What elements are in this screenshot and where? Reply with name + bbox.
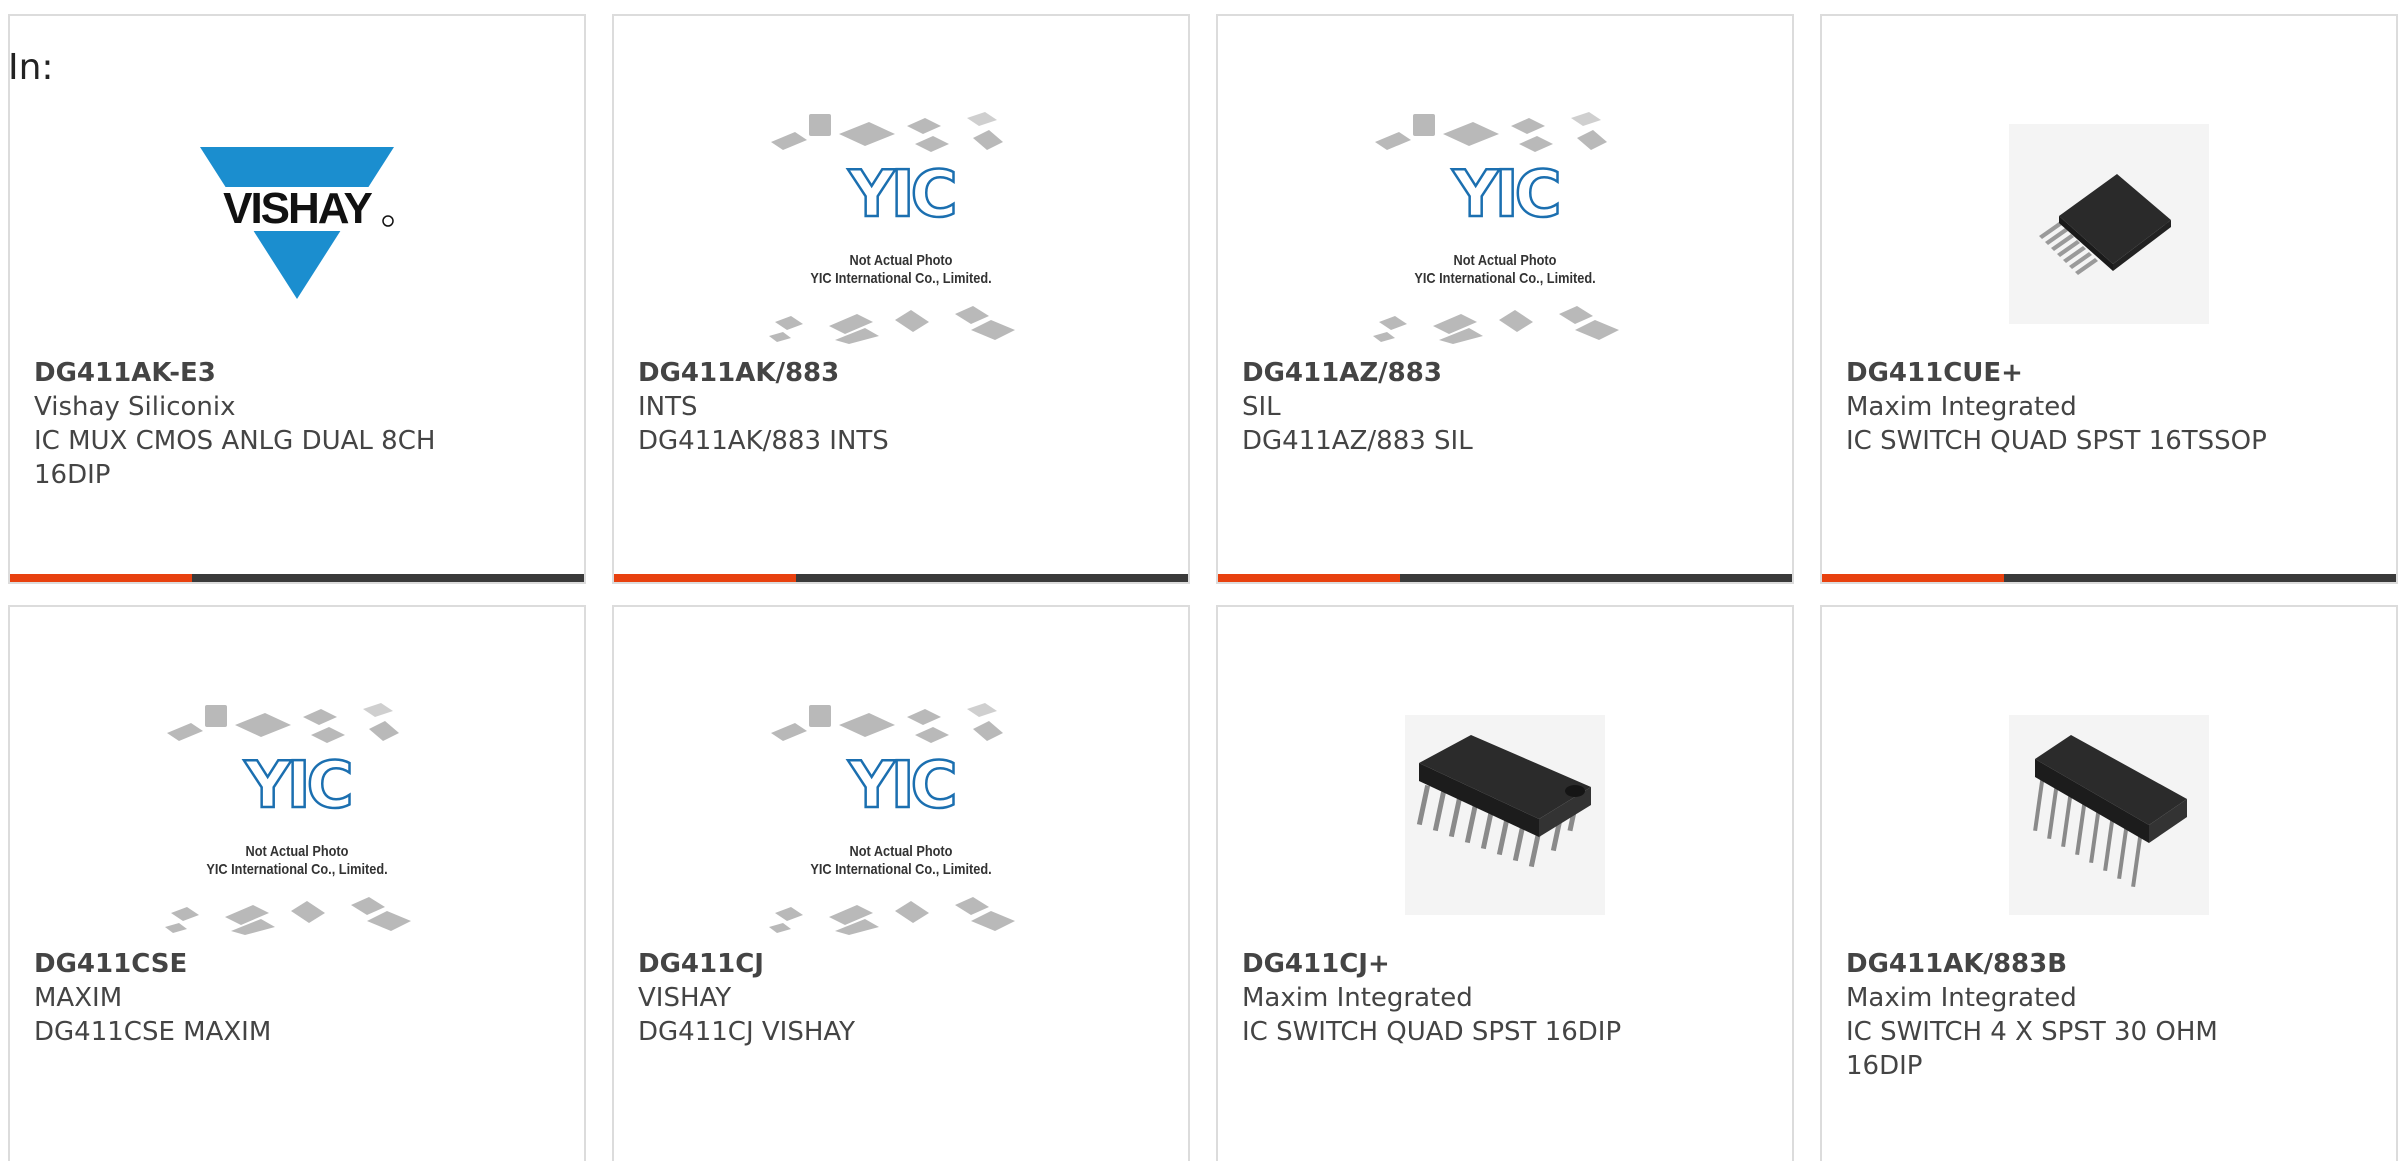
description: DG411CJ VISHAY [638, 1017, 856, 1047]
product-image[interactable]: VISHAY [10, 84, 584, 364]
placeholder-caption-line1: Not Actual Photo [849, 843, 953, 860]
card-bottom-bar [10, 574, 584, 582]
part-number-link[interactable]: DG411AK-E3 [34, 356, 474, 390]
product-grid-page: In: VISHAY DG411AK-E3 Vishay Siliconix I… [0, 0, 2400, 1161]
product-card[interactable]: YIC Not Actual Photo YIC International Co… [612, 605, 1190, 1161]
card-accent-bar [614, 574, 796, 582]
product-card[interactable]: DG411AK/883B Maxim Integrated IC SWITCH … [1820, 605, 2398, 1161]
placeholder-caption-line1: Not Actual Photo [245, 843, 349, 860]
part-number-link[interactable]: DG411CJ [638, 947, 1078, 981]
description: DG411CSE MAXIM [34, 1017, 272, 1047]
yic-placeholder-graphic: YIC [769, 703, 1015, 935]
card-bottom-bar [614, 574, 1188, 582]
product-card[interactable]: YIC Not Actual Photo YIC International Co… [8, 605, 586, 1161]
part-number-link[interactable]: DG411AK/883 [638, 356, 1078, 390]
product-card[interactable]: YIC Not Actual Photo YIC International Co… [1216, 14, 1794, 584]
not-actual-photo-placeholder: YIC Not Actual Photo YIC International Co… [157, 695, 437, 935]
manufacturer: Vishay Siliconix [34, 392, 236, 422]
placeholder-caption: Not Actual Photo YIC International Co., L… [782, 843, 1020, 879]
part-number-link[interactable]: DG411AZ/883 [1242, 356, 1682, 390]
description: IC MUX CMOS ANLG DUAL 8CH 16DIP [34, 426, 436, 490]
part-number-link[interactable]: DG411CUE+ [1846, 356, 2286, 390]
placeholder-caption: Not Actual Photo YIC International Co., L… [178, 843, 416, 879]
card-bottom-bar [1822, 574, 2396, 582]
description: IC SWITCH 4 X SPST 30 OHM 16DIP [1846, 1017, 2218, 1081]
product-image[interactable]: YIC Not Actual Photo YIC International Co… [614, 675, 1188, 955]
description: IC SWITCH QUAD SPST 16DIP [1242, 1017, 1622, 1047]
vishay-logo-icon: VISHAY [192, 147, 402, 299]
placeholder-caption-line2: YIC International Co., Limited. [206, 861, 388, 878]
dip-chip-alt-icon [2009, 715, 2209, 915]
description: IC SWITCH QUAD SPST 16TSSOP [1846, 426, 2267, 456]
filter-in-label: In: [8, 47, 54, 88]
placeholder-caption-line2: YIC International Co., Limited. [810, 861, 992, 878]
yic-placeholder-graphic: YIC [1373, 112, 1619, 344]
placeholder-caption-line1: Not Actual Photo [1453, 252, 1557, 269]
card-bottom-bar [1218, 574, 1792, 582]
manufacturer: SIL [1242, 392, 1281, 422]
manufacturer: Maxim Integrated [1242, 983, 1473, 1013]
card-accent-bar [1218, 574, 1400, 582]
product-card[interactable]: DG411CUE+ Maxim Integrated IC SWITCH QUA… [1820, 14, 2398, 584]
card-accent-bar [1822, 574, 2004, 582]
placeholder-caption-line1: Not Actual Photo [849, 252, 953, 269]
yic-logo-text: YIC [847, 158, 953, 232]
product-image[interactable]: YIC Not Actual Photo YIC International Co… [614, 84, 1188, 364]
product-card[interactable]: YIC Not Actual Photo YIC International Co… [612, 14, 1190, 584]
not-actual-photo-placeholder: YIC Not Actual Photo YIC International Co… [1365, 104, 1645, 344]
card-accent-bar [10, 574, 192, 582]
placeholder-caption-line2: YIC International Co., Limited. [1414, 270, 1596, 287]
not-actual-photo-placeholder: YIC Not Actual Photo YIC International Co… [761, 695, 1041, 935]
dip-chip-icon [1405, 715, 1605, 915]
not-actual-photo-placeholder: YIC Not Actual Photo YIC International Co… [761, 104, 1041, 344]
manufacturer: Maxim Integrated [1846, 983, 2077, 1013]
vishay-logo-text: VISHAY [223, 184, 372, 233]
part-number-link[interactable]: DG411CJ+ [1242, 947, 1682, 981]
manufacturer: VISHAY [638, 983, 732, 1013]
product-image[interactable] [1822, 84, 2396, 364]
tssop-chip-icon [2009, 124, 2209, 324]
product-image[interactable]: YIC Not Actual Photo YIC International Co… [10, 675, 584, 955]
placeholder-caption: Not Actual Photo YIC International Co., L… [1386, 252, 1624, 288]
yic-placeholder-graphic: YIC [769, 112, 1015, 344]
manufacturer: MAXIM [34, 983, 123, 1013]
yic-placeholder-graphic: YIC [165, 703, 411, 935]
product-card[interactable]: VISHAY DG411AK-E3 Vishay Siliconix IC MU… [8, 14, 586, 584]
placeholder-caption: Not Actual Photo YIC International Co., L… [782, 252, 1020, 288]
product-image[interactable] [1218, 675, 1792, 955]
manufacturer: INTS [638, 392, 698, 422]
placeholder-caption-line2: YIC International Co., Limited. [810, 270, 992, 287]
yic-logo-text: YIC [847, 749, 953, 823]
part-number-link[interactable]: DG411CSE [34, 947, 474, 981]
manufacturer: Maxim Integrated [1846, 392, 2077, 422]
product-image[interactable] [1822, 675, 2396, 955]
description: DG411AK/883 INTS [638, 426, 889, 456]
yic-logo-text: YIC [1451, 158, 1557, 232]
part-number-link[interactable]: DG411AK/883B [1846, 947, 2286, 981]
product-image[interactable]: YIC Not Actual Photo YIC International Co… [1218, 84, 1792, 364]
yic-logo-text: YIC [243, 749, 349, 823]
product-card[interactable]: DG411CJ+ Maxim Integrated IC SWITCH QUAD… [1216, 605, 1794, 1161]
description: DG411AZ/883 SIL [1242, 426, 1473, 456]
